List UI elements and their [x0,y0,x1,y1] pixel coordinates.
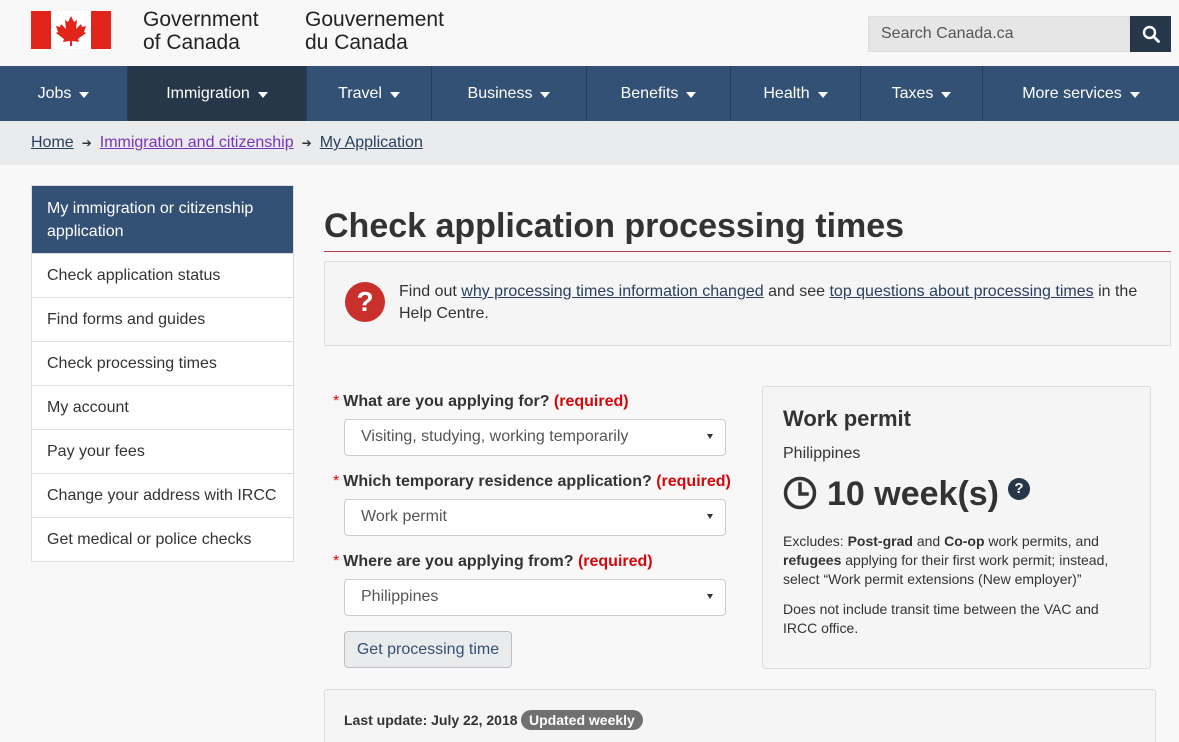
search-input[interactable]: Search Canada.ca [868,16,1130,52]
wordmark-fr-line1: Gouvernement [305,8,444,31]
nav-travel[interactable]: Travel [307,66,432,121]
sidebar-item-my-account[interactable]: My account [32,385,293,429]
applying-from-value: Philippines [361,588,439,605]
applying-from-select[interactable]: Philippines [344,579,726,616]
note-text: work permits, and [984,533,1099,549]
arrow-right-icon: ➔ [81,136,92,150]
required-text: (required) [656,473,731,490]
nav-health-label: Health [763,84,810,102]
last-update-panel: Last update: July 22, 2018 Updated weekl… [324,689,1156,742]
dropdown-arrow-icon [707,514,713,519]
nav-jobs-label: Jobs [37,84,72,102]
dropdown-arrow-icon [707,594,713,599]
breadcrumb-home[interactable]: Home [31,134,74,152]
result-note-transit: Does not include transit time between th… [783,601,1099,636]
nav-health[interactable]: Health [731,66,861,121]
chevron-down-icon [540,91,551,98]
sidebar: My immigration or citizenship applicatio… [31,185,294,562]
page-title: Check application processing times [324,207,905,245]
clock-icon [783,476,817,510]
required-text: (required) [577,553,653,570]
processing-time-value: 10 week(s) [827,475,999,513]
sidebar-item-change-address[interactable]: Change your address with IRCC [32,473,293,517]
chevron-down-icon [686,91,697,98]
sidebar-item-forms-guides[interactable]: Find forms and guides [32,297,293,341]
dropdown-arrow-icon [707,434,713,439]
temp-residence-label: * Which temporary residence application? … [333,473,731,491]
temp-residence-text: Which temporary residence application? [343,473,652,490]
result-note-excludes: Excludes: Post-grad and Co-op work permi… [783,532,1133,589]
required-star: * [333,553,340,570]
required-star: * [333,473,340,490]
applying-for-text: What are you applying for? [343,393,550,410]
sidebar-item-medical-police[interactable]: Get medical or police checks [32,517,293,561]
nav-jobs[interactable]: Jobs [0,66,128,121]
why-changed-link[interactable]: why processing times information changed [461,283,763,300]
sidebar-item-check-status[interactable]: Check application status [32,253,293,297]
nav-business-label: Business [467,84,533,102]
breadcrumb-my-application[interactable]: My Application [320,134,423,152]
applying-for-value: Visiting, studying, working temporarily [361,428,629,445]
question-icon[interactable]: ? [1008,478,1030,500]
site-header: Government of Canada Gouvernement du Can… [0,0,1179,66]
wordmark-french: Gouvernement du Canada [305,8,444,54]
note-bold-postgrad: Post-grad [847,533,913,549]
nav-more-services[interactable]: More services [983,66,1179,121]
arrow-right-icon: ➔ [301,136,312,150]
chevron-down-icon [1129,91,1140,98]
chevron-down-icon [389,91,400,98]
applying-from-label: * Where are you applying from? (required) [333,553,653,571]
help-alert: ? Find out why processing times informat… [324,261,1171,346]
chevron-down-icon [941,91,952,98]
wordmark-english: Government of Canada [143,8,259,54]
chevron-down-icon [257,91,268,98]
title-divider [324,251,1171,252]
nav-benefits-label: Benefits [620,84,679,102]
main-menu: Jobs Immigration Travel Business Benefit… [0,66,1179,121]
get-processing-time-button[interactable]: Get processing time [344,631,512,668]
breadcrumb: Home ➔ Immigration and citizenship ➔ My … [0,121,1179,165]
nav-immigration-label: Immigration [166,84,250,102]
result-panel: Work permit Philippines 10 week(s) ? Exc… [762,386,1151,669]
nav-benefits[interactable]: Benefits [587,66,731,121]
applying-for-select[interactable]: Visiting, studying, working temporarily [344,419,726,456]
note-text: and [912,533,945,549]
sidebar-heading[interactable]: My immigration or citizenship applicatio… [32,186,293,253]
required-star: * [333,393,340,410]
wordmark-en-line1: Government [143,8,259,31]
result-country: Philippines [783,445,861,462]
temp-residence-value: Work permit [361,508,447,525]
note-text: Excludes: [783,533,848,549]
chevron-down-icon [817,91,828,98]
note-bold-refugees: refugees [783,552,842,568]
applying-for-label: * What are you applying for? (required) [333,393,629,411]
sidebar-item-pay-fees[interactable]: Pay your fees [32,429,293,473]
required-text: (required) [553,393,629,410]
breadcrumb-immigration[interactable]: Immigration and citizenship [100,134,294,152]
result-title: Work permit [783,406,911,431]
sidebar-item-processing-times[interactable]: Check processing times [32,341,293,385]
top-questions-link[interactable]: top questions about processing times [829,283,1093,300]
question-icon: ? [345,282,385,322]
last-update-text: Last update: July 22, 2018 [344,712,518,728]
help-text-mid: and see [763,283,830,300]
updated-weekly-badge: Updated weekly [521,710,643,730]
temp-residence-select[interactable]: Work permit [344,499,726,536]
nav-taxes-label: Taxes [891,84,934,102]
chevron-down-icon [79,91,90,98]
note-bold-coop: Co-op [944,533,985,549]
search-button[interactable] [1130,16,1171,52]
nav-immigration[interactable]: Immigration [128,66,307,121]
applying-from-text: Where are you applying from? [343,553,574,570]
wordmark-en-line2: of Canada [143,31,240,54]
nav-business[interactable]: Business [432,66,587,121]
nav-taxes[interactable]: Taxes [861,66,983,121]
nav-travel-label: Travel [338,84,382,102]
wordmark-fr-line2: du Canada [305,31,408,54]
help-text-pre: Find out [399,283,462,300]
help-text: Find out why processing times informatio… [399,281,1149,325]
search-icon [1142,25,1160,43]
canada-flag-icon[interactable] [31,11,111,49]
nav-more-services-label: More services [1022,84,1122,102]
